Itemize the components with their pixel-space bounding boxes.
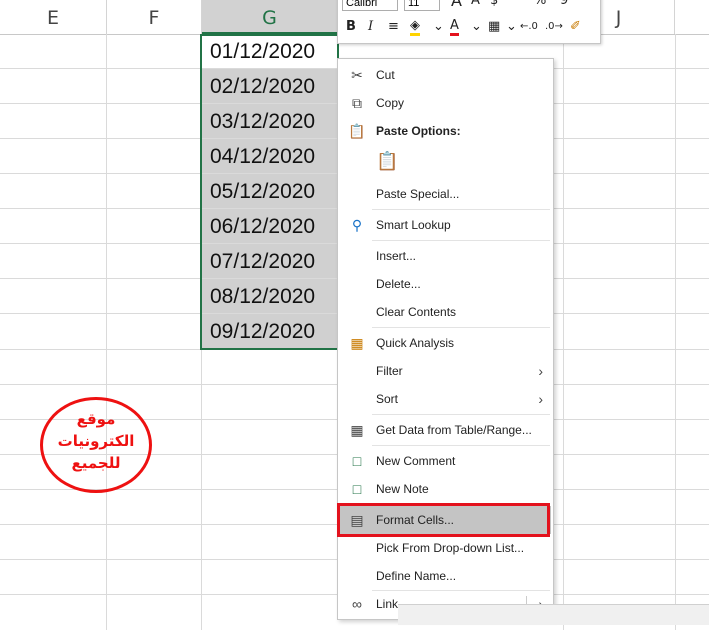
grid-line <box>106 34 107 630</box>
table-icon: ▦ <box>350 422 364 438</box>
borders-icon[interactable]: ▦ <box>488 17 500 37</box>
decrease-decimal-icon[interactable]: .0→ <box>545 17 563 37</box>
menu-item-label: Pick From Drop-down List... <box>376 541 525 555</box>
menu-separator <box>372 445 550 446</box>
cell-g4[interactable]: 03/12/2020 <box>202 104 338 138</box>
menu-item-get-data[interactable]: ▦ Get Data from Table/Range... <box>338 416 551 444</box>
watermark-line-2: الكترونيات <box>57 432 135 450</box>
menu-item-label: Sort <box>376 392 399 406</box>
menu-item-label: New Comment <box>376 454 456 468</box>
context-menu: ✂ Cut ⧉ Copy 📋 Paste Options: 📋 Paste Sp… <box>337 58 554 620</box>
menu-item-label: Get Data from Table/Range... <box>376 423 532 437</box>
menu-item-label: Format Cells... <box>376 513 455 527</box>
menu-item-format-cells[interactable]: ▤ Format Cells... <box>338 506 551 534</box>
menu-item-clear-contents[interactable]: Clear Contents <box>338 298 551 326</box>
decrease-font-icon[interactable]: A <box>471 0 480 11</box>
scissors-icon: ✂ <box>351 67 363 83</box>
accounting-format-icon[interactable]: $ <box>490 0 498 11</box>
horizontal-scrollbar[interactable] <box>398 604 709 625</box>
menu-item-pick-from-list[interactable]: Pick From Drop-down List... <box>338 534 551 562</box>
chevron-right-icon: › <box>538 391 543 407</box>
menu-item-label: Clear Contents <box>376 305 457 319</box>
menu-item-label: New Note <box>376 482 429 496</box>
mini-toolbar: Calibri 11 A A $ % 9 B I ≡ ◈ ⌄ A ⌄ ▦ ⌄ ←… <box>337 0 601 44</box>
menu-item-label: Paste Special... <box>376 187 460 201</box>
font-name-box[interactable]: Calibri <box>342 0 398 11</box>
menu-separator <box>372 327 550 328</box>
percent-icon[interactable]: % <box>534 0 546 11</box>
paste-option-values[interactable]: 📋 <box>338 147 551 179</box>
cell-g10[interactable]: 09/12/2020 <box>202 314 338 348</box>
grid-line <box>563 34 564 630</box>
cell-g9[interactable]: 08/12/2020 <box>202 279 338 313</box>
menu-item-new-note[interactable]: □ New Note <box>338 475 551 503</box>
cell-g7[interactable]: 06/12/2020 <box>202 209 338 243</box>
menu-separator <box>372 414 550 415</box>
cell-g6[interactable]: 05/12/2020 <box>202 174 338 208</box>
menu-separator <box>372 240 550 241</box>
cell-g3[interactable]: 02/12/2020 <box>202 69 338 103</box>
new-comment-icon: □ <box>352 453 362 469</box>
fill-color-icon[interactable]: ◈ <box>410 19 420 36</box>
new-note-icon: □ <box>352 481 362 497</box>
menu-item-label: Define Name... <box>376 569 457 583</box>
cell-g5[interactable]: 04/12/2020 <box>202 139 338 173</box>
grid-line <box>675 34 676 630</box>
menu-item-label: Filter <box>376 364 403 378</box>
clipboard-icon: 📋 <box>348 123 366 139</box>
menu-item-quick-analysis[interactable]: ▦ Quick Analysis <box>338 329 551 357</box>
menu-item-new-comment[interactable]: □ New Comment <box>338 447 551 475</box>
menu-separator <box>372 209 550 210</box>
menu-item-label: Link <box>376 597 399 611</box>
font-color-icon[interactable]: A <box>450 19 459 36</box>
paste-values-icon: 📋 <box>376 151 399 171</box>
column-header-g[interactable]: G <box>202 0 338 34</box>
menu-item-label: Insert... <box>376 249 417 263</box>
menu-item-delete[interactable]: Delete... <box>338 270 551 298</box>
chevron-down-icon[interactable]: ⌄ <box>471 17 482 37</box>
chevron-down-icon[interactable]: ⌄ <box>433 17 444 37</box>
watermark-stamp: موقع الكترونيات للجميع <box>40 397 152 493</box>
watermark-line-3: للجميع <box>71 454 121 472</box>
menu-item-define-name[interactable]: Define Name... <box>338 562 551 590</box>
increase-font-icon[interactable]: A <box>451 0 462 11</box>
chevron-down-icon[interactable]: ⌄ <box>506 17 517 37</box>
menu-item-smart-lookup[interactable]: ⚲ Smart Lookup <box>338 211 551 239</box>
column-header-e[interactable]: E <box>0 0 107 34</box>
quick-analysis-icon: ▦ <box>350 335 364 351</box>
copy-icon: ⧉ <box>352 95 362 111</box>
menu-item-sort[interactable]: Sort › <box>338 385 551 413</box>
increase-decimal-icon[interactable]: ←.0 <box>520 17 538 37</box>
format-cells-icon: ▤ <box>350 512 364 528</box>
search-icon: ⚲ <box>351 217 363 233</box>
watermark-line-1: موقع <box>76 410 116 428</box>
menu-item-label: Cut <box>376 68 395 82</box>
menu-item-copy[interactable]: ⧉ Copy <box>338 89 551 117</box>
cell-g2[interactable]: 01/12/2020 <box>202 34 338 68</box>
chevron-right-icon: › <box>538 363 543 379</box>
link-icon: ∞ <box>352 596 362 612</box>
menu-item-label: Quick Analysis <box>376 336 455 350</box>
comma-style-icon[interactable]: 9 <box>560 0 568 11</box>
menu-item-insert[interactable]: Insert... <box>338 242 551 270</box>
menu-item-cut[interactable]: ✂ Cut <box>338 61 551 89</box>
menu-item-label: Smart Lookup <box>376 218 451 232</box>
italic-button[interactable]: I <box>368 17 373 37</box>
menu-item-filter[interactable]: Filter › <box>338 357 551 385</box>
font-size-box[interactable]: 11 <box>404 0 440 11</box>
menu-item-paste-special[interactable]: Paste Special... <box>338 180 551 208</box>
paste-options-header: 📋 Paste Options: <box>338 117 551 145</box>
format-painter-icon[interactable]: ✐ <box>570 17 581 37</box>
cell-g8[interactable]: 07/12/2020 <box>202 244 338 278</box>
column-header-f[interactable]: F <box>107 0 202 34</box>
menu-item-label: Delete... <box>376 277 421 291</box>
menu-item-label: Paste Options: <box>376 124 461 138</box>
bold-button[interactable]: B <box>346 17 356 37</box>
align-center-icon[interactable]: ≡ <box>388 17 399 37</box>
menu-item-label: Copy <box>376 96 405 110</box>
